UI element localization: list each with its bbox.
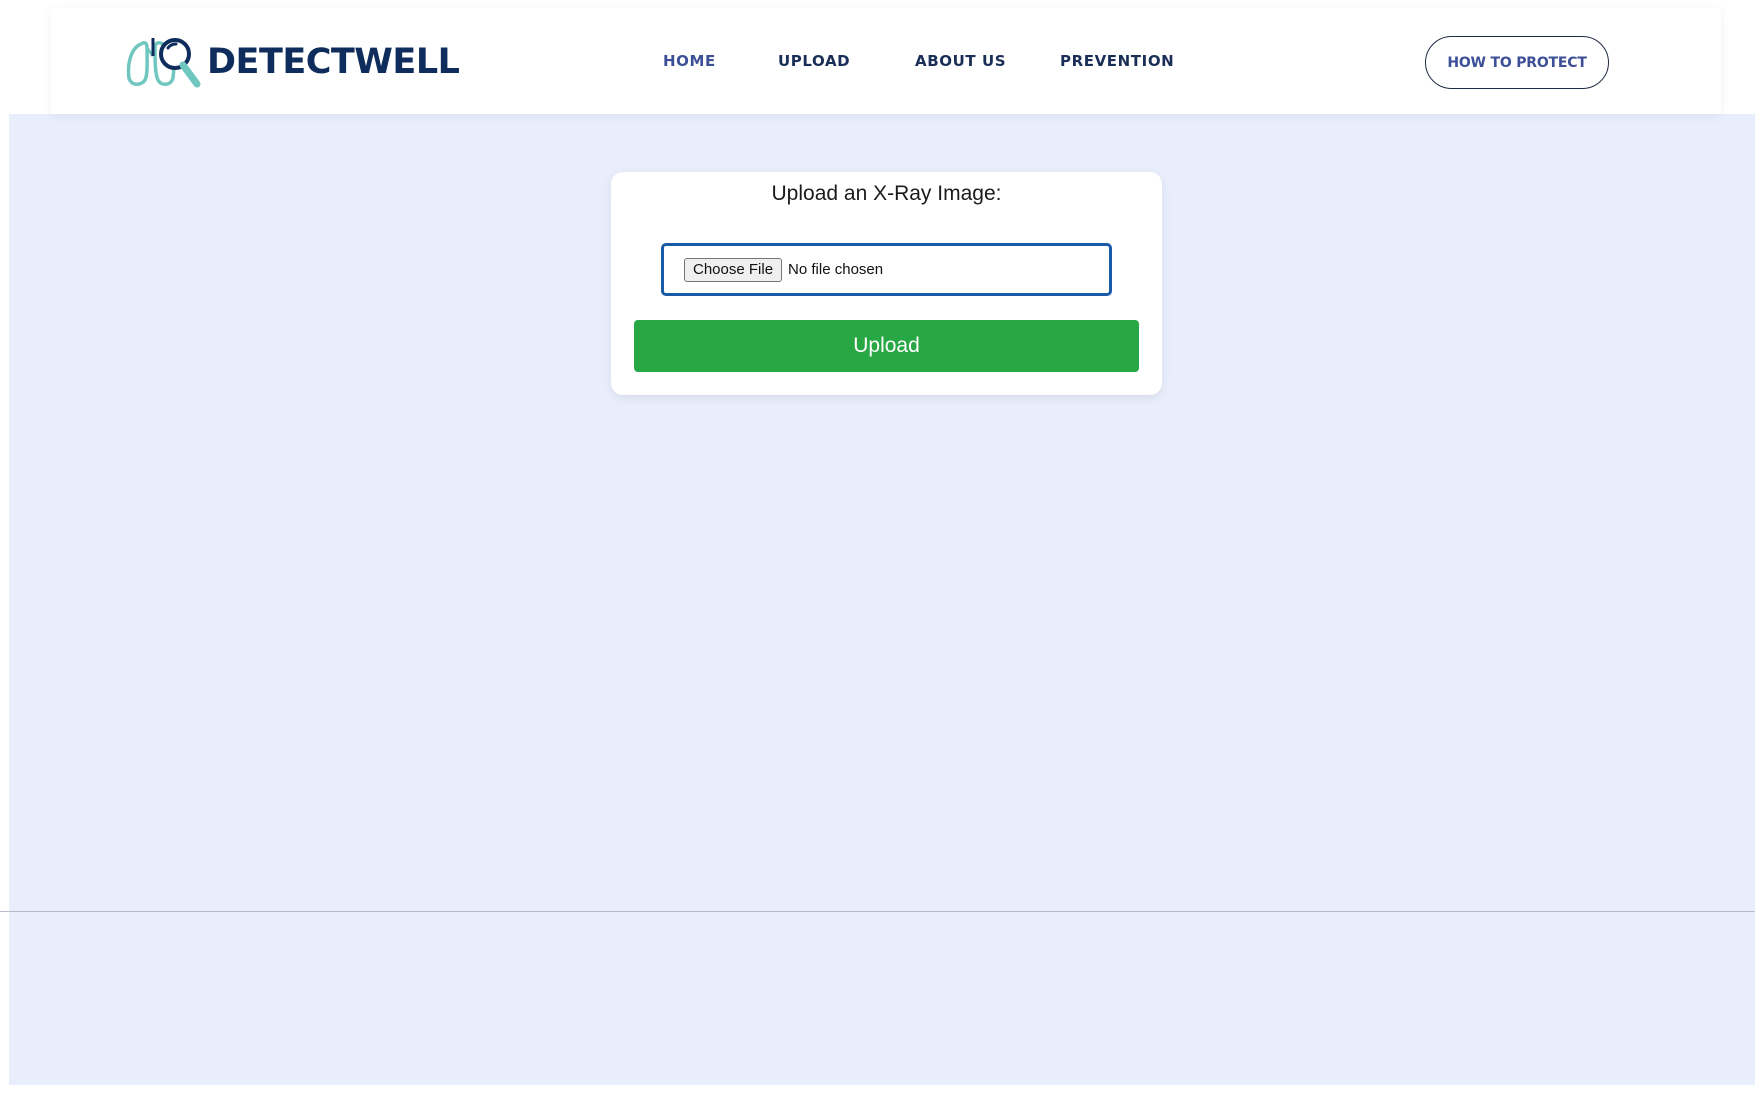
divider-line <box>0 911 1755 912</box>
nav-item-upload[interactable]: UPLOAD <box>778 52 850 70</box>
site-header: DETECTWELL HOME UPLOAD ABOUT US PREVENTI… <box>51 8 1721 114</box>
nav-item-prevention[interactable]: PREVENTION <box>1060 52 1174 70</box>
upload-button[interactable]: Upload <box>634 320 1139 372</box>
upload-card: Upload an X-Ray Image: Choose File No fi… <box>611 172 1162 395</box>
how-to-protect-button[interactable]: HOW TO PROTECT <box>1425 36 1609 89</box>
nav-item-home[interactable]: HOME <box>663 52 716 70</box>
file-status-text: No file chosen <box>788 261 884 278</box>
page: DETECTWELL HOME UPLOAD ABOUT US PREVENTI… <box>0 0 1755 1093</box>
choose-file-button[interactable]: Choose File <box>684 257 783 282</box>
upload-card-title: Upload an X-Ray Image: <box>771 182 1002 205</box>
nav-item-about-us[interactable]: ABOUT US <box>915 52 1006 70</box>
file-input-field[interactable]: Choose File No file chosen <box>661 243 1112 296</box>
